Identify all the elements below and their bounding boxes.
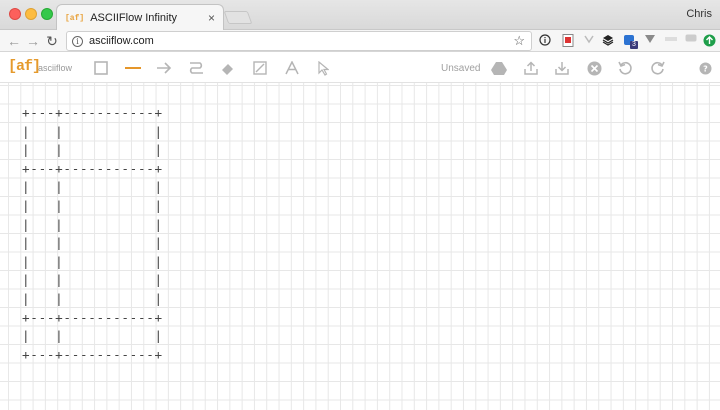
browser-tab[interactable]: [af] ASCIIFlow Infinity ×: [56, 4, 224, 31]
site-info-icon[interactable]: i: [72, 35, 83, 47]
svg-text:?: ?: [703, 64, 708, 73]
box-tool-icon[interactable]: [91, 58, 111, 78]
bookmark-star-icon[interactable]: ☆: [513, 33, 525, 49]
back-button[interactable]: ←: [6, 32, 22, 50]
export-icon[interactable]: [521, 58, 541, 78]
resize-tool-icon[interactable]: [250, 58, 270, 78]
layers-icon[interactable]: [601, 34, 615, 48]
tab-favicon-icon: [af]: [65, 13, 85, 23]
arrow-tool-icon[interactable]: [154, 58, 174, 78]
drive-icon[interactable]: [489, 58, 509, 78]
reload-button[interactable]: ↻: [44, 32, 60, 50]
app-logo: [af]: [8, 58, 41, 75]
forward-button[interactable]: →: [25, 32, 41, 50]
vee-icon[interactable]: [582, 34, 596, 48]
info-circle-icon[interactable]: [538, 34, 552, 48]
pin-icon[interactable]: [664, 34, 678, 48]
close-window-button[interactable]: [9, 8, 21, 20]
save-status: Unsaved: [441, 63, 481, 74]
erase-tool-icon[interactable]: [218, 58, 238, 78]
import-icon[interactable]: [552, 58, 572, 78]
text-tool-icon[interactable]: [282, 58, 302, 78]
extension-badge-icon[interactable]: 3: [622, 34, 638, 49]
undo-icon[interactable]: [615, 58, 635, 78]
chat-icon[interactable]: [684, 34, 698, 48]
minimize-window-button[interactable]: [25, 8, 37, 20]
tab-close-icon[interactable]: ×: [208, 11, 215, 25]
vee-icon[interactable]: [643, 34, 657, 48]
clear-icon[interactable]: [584, 58, 604, 78]
profile-name[interactable]: Chris: [686, 8, 712, 20]
drawing-canvas[interactable]: +---+-----------+ | | | | | | +---+-----…: [0, 83, 720, 410]
new-tab-button[interactable]: [223, 11, 253, 24]
address-bar[interactable]: i asciiflow.com ☆: [66, 31, 532, 51]
select-tool-icon[interactable]: [313, 58, 333, 78]
extension-badge-count: 3: [630, 41, 638, 49]
line-tool-icon[interactable]: [123, 58, 143, 78]
maximize-window-button[interactable]: [41, 8, 53, 20]
title-bar: [af] ASCIIFlow Infinity × Chris: [0, 0, 720, 31]
tab-title: ASCIIFlow Infinity: [90, 12, 178, 24]
freeform-tool-icon[interactable]: [186, 58, 206, 78]
help-icon[interactable]: ?: [695, 58, 715, 78]
url-text[interactable]: asciiflow.com: [89, 35, 513, 47]
app-name: asciiflow: [38, 63, 73, 73]
update-icon[interactable]: [702, 34, 716, 48]
ascii-diagram: +---+-----------+ | | | | | | +---+-----…: [22, 105, 163, 362]
navigation-bar: ← → ↻ i asciiflow.com ☆ 3: [0, 30, 720, 52]
redo-icon[interactable]: [647, 58, 667, 78]
app-toolbar: [af] asciiflow Unsaved ?: [0, 53, 720, 83]
pdf-icon[interactable]: [561, 34, 575, 48]
